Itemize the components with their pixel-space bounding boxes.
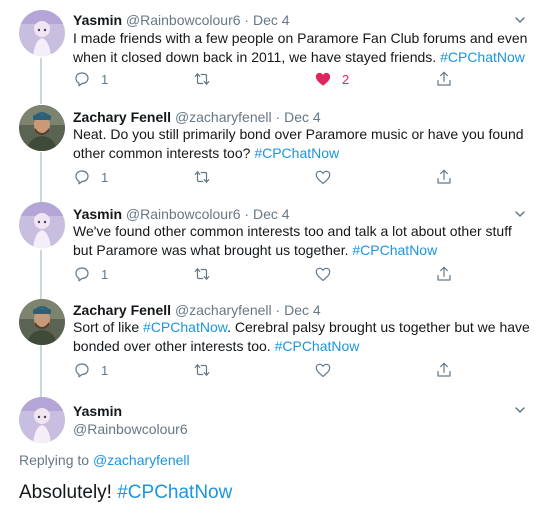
like-button[interactable]: [314, 360, 332, 380]
share-button[interactable]: [435, 69, 453, 89]
tweet-header: Zachary Fenell @zacharyfenell · Dec 4: [73, 301, 321, 319]
user-name[interactable]: Yasmin: [73, 403, 122, 419]
retweet-button[interactable]: [193, 264, 211, 284]
reply-icon: [73, 361, 91, 379]
tweet-header: Zachary Fenell @zacharyfenell · Dec 4: [73, 108, 321, 126]
share-button[interactable]: [435, 360, 453, 380]
heart-icon: [314, 168, 332, 186]
reply-button[interactable]: 1: [73, 167, 108, 187]
retweet-button[interactable]: [193, 360, 211, 380]
avatar[interactable]: [19, 105, 65, 151]
avatar[interactable]: [19, 299, 65, 345]
share-icon: [435, 361, 453, 379]
tweet[interactable]: Yasmin @Rainbowcolour6 · Dec 4 I made fr…: [0, 0, 545, 100]
retweet-icon: [193, 265, 211, 283]
user-handle[interactable]: @zacharyfenell: [175, 109, 272, 125]
tweet-date[interactable]: Dec 4: [253, 12, 290, 28]
user-handle[interactable]: @Rainbowcolour6: [126, 12, 241, 28]
tweet-text-body: Absolutely!: [19, 482, 118, 503]
share-icon: [435, 70, 453, 88]
reply-count: 1: [101, 266, 109, 282]
tweet-date[interactable]: Dec 4: [284, 302, 321, 318]
tweet-text: I made friends with a few people on Para…: [73, 29, 533, 67]
share-button[interactable]: [435, 264, 453, 284]
retweet-button[interactable]: [193, 69, 211, 89]
separator: ·: [240, 12, 253, 28]
tweet-date[interactable]: Dec 4: [253, 206, 290, 222]
chevron-down-icon[interactable]: [513, 207, 527, 221]
hashtag-link[interactable]: #CPChatNow: [352, 242, 437, 258]
reply-button[interactable]: 1: [73, 360, 108, 380]
user-handle[interactable]: @zacharyfenell: [175, 302, 272, 318]
tweet-header: Yasmin @Rainbowcolour6 · Dec 4: [73, 205, 290, 223]
hashtag-link[interactable]: #CPChatNow: [275, 338, 360, 354]
heart-icon: [314, 70, 332, 88]
chevron-down-icon[interactable]: [513, 13, 527, 27]
retweet-icon: [193, 70, 211, 88]
tweet-header: Yasmin: [73, 402, 122, 420]
tweet-text: Sort of like #CPChatNow. Cerebral palsy …: [73, 318, 533, 356]
user-name[interactable]: Yasmin: [73, 12, 122, 28]
reply-count: 1: [101, 169, 109, 185]
user-name[interactable]: Zachary Fenell: [73, 109, 171, 125]
hashtag-link[interactable]: #CPChatNow: [440, 49, 525, 65]
replying-to: Replying to @zacharyfenell: [19, 452, 190, 468]
user-name[interactable]: Zachary Fenell: [73, 302, 171, 318]
reply-icon: [73, 265, 91, 283]
retweet-button[interactable]: [193, 167, 211, 187]
replying-to-link[interactable]: @zacharyfenell: [93, 452, 190, 468]
like-count: 2: [342, 71, 350, 87]
focused-tweet-text: Absolutely! #CPChatNow: [19, 482, 232, 504]
share-icon: [435, 168, 453, 186]
user-handle[interactable]: @Rainbowcolour6: [73, 421, 188, 437]
user-handle[interactable]: @Rainbowcolour6: [126, 206, 241, 222]
reply-count: 1: [101, 362, 109, 378]
heart-icon: [314, 361, 332, 379]
avatar[interactable]: [19, 10, 65, 56]
reply-button[interactable]: 1: [73, 69, 108, 89]
tweet-date[interactable]: Dec 4: [284, 109, 321, 125]
like-button[interactable]: [314, 167, 332, 187]
retweet-icon: [193, 168, 211, 186]
focused-tweet[interactable]: Yasmin @Rainbowcolour6 Replying to @zach…: [0, 390, 545, 514]
hashtag-link[interactable]: #CPChatNow: [117, 482, 232, 503]
hashtag-link[interactable]: #CPChatNow: [143, 319, 227, 335]
reply-icon: [73, 70, 91, 88]
share-button[interactable]: [435, 167, 453, 187]
reply-icon: [73, 168, 91, 186]
avatar[interactable]: [19, 397, 65, 443]
replying-to-label: Replying to: [19, 452, 93, 468]
heart-icon: [314, 265, 332, 283]
tweet-text-body: We've found other common interests too a…: [73, 223, 512, 258]
chevron-down-icon[interactable]: [513, 403, 527, 417]
hashtag-link[interactable]: #CPChatNow: [254, 145, 339, 161]
tweet[interactable]: Zachary Fenell @zacharyfenell · Dec 4 Ne…: [0, 100, 545, 197]
share-icon: [435, 265, 453, 283]
tweet-header: Yasmin @Rainbowcolour6 · Dec 4: [73, 11, 290, 29]
like-button[interactable]: 2: [314, 69, 349, 89]
reply-count: 1: [101, 71, 109, 87]
reply-button[interactable]: 1: [73, 264, 108, 284]
tweet-text-body: Sort of like: [73, 319, 144, 335]
tweet-text: We've found other common interests too a…: [73, 222, 533, 260]
separator: ·: [271, 302, 285, 318]
tweet-text: Neat. Do you still primarily bond over P…: [73, 125, 533, 163]
separator: ·: [240, 206, 253, 222]
retweet-icon: [193, 361, 211, 379]
user-name[interactable]: Yasmin: [73, 206, 122, 222]
like-button[interactable]: [314, 264, 332, 284]
separator: ·: [271, 109, 285, 125]
tweet[interactable]: Yasmin @Rainbowcolour6 · Dec 4 We've fou…: [0, 197, 545, 294]
tweet[interactable]: Zachary Fenell @zacharyfenell · Dec 4 So…: [0, 294, 545, 390]
avatar[interactable]: [19, 202, 65, 248]
